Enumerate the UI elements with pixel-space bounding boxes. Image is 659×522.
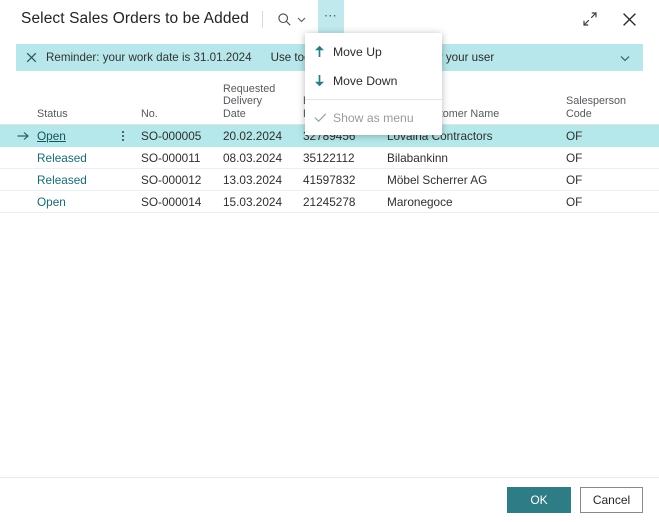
column-header-no[interactable]: No.: [141, 108, 158, 121]
arrow-up-icon: [314, 45, 333, 58]
cell-no: SO-000014: [141, 194, 202, 209]
cell-status[interactable]: Open: [37, 195, 66, 209]
cancel-button[interactable]: Cancel: [580, 487, 643, 513]
cell-external-document-no: 35122112: [303, 150, 355, 165]
cell-salesperson-code: OF: [566, 172, 583, 187]
expand-icon[interactable]: [575, 6, 604, 33]
search-button[interactable]: [270, 6, 307, 33]
more-options-menu: Move Up Move Down Show as menu: [305, 33, 442, 135]
cell-no: SO-000005: [141, 128, 202, 143]
cell-customer-name: Möbel Scherrer AG: [387, 172, 488, 187]
menu-item-label: Show as menu: [333, 110, 414, 125]
page-title: Select Sales Orders to be Added: [21, 10, 249, 27]
titlebar-divider: [262, 10, 263, 28]
search-chevron-down-icon[interactable]: [296, 14, 307, 25]
close-icon[interactable]: [615, 6, 644, 33]
column-header-status[interactable]: Status: [37, 108, 68, 121]
ok-button[interactable]: OK: [507, 487, 571, 513]
cell-status[interactable]: Open: [37, 129, 66, 143]
search-icon[interactable]: [270, 6, 299, 33]
menu-item-move-down[interactable]: Move Down: [305, 66, 442, 95]
checkmark-icon: [314, 112, 333, 123]
table-row[interactable]: Released SO-000012 13.03.2024 41597832 M…: [0, 169, 659, 191]
notification-chevron-down-icon[interactable]: [619, 52, 631, 64]
row-actions-kebab-icon[interactable]: [122, 130, 124, 141]
table-row[interactable]: Open SO-000014 15.03.2024 21245278 Maron…: [0, 191, 659, 213]
menu-item-label: Move Down: [333, 73, 398, 88]
ellipsis-icon: ⋯: [323, 8, 339, 23]
column-header-requested-delivery-date[interactable]: Requested Delivery Date: [223, 83, 285, 121]
cell-status[interactable]: Released: [37, 151, 87, 165]
titlebar-window-controls: [575, 6, 644, 33]
menu-item-label: Move Up: [333, 44, 382, 59]
dialog-footer: OK Cancel: [0, 477, 659, 522]
cell-customer-name: Maronegoce: [387, 194, 453, 209]
cell-salesperson-code: OF: [566, 128, 583, 143]
notification-close-icon[interactable]: [26, 52, 37, 63]
menu-item-show-as-menu[interactable]: Show as menu: [305, 103, 442, 132]
cell-no: SO-000011: [141, 150, 201, 165]
table-row[interactable]: Released SO-000011 08.03.2024 35122112 B…: [0, 147, 659, 169]
menu-item-move-up[interactable]: Move Up: [305, 37, 442, 66]
cell-external-document-no: 41597832: [303, 172, 356, 187]
menu-separator: [305, 99, 442, 100]
column-header-salesperson-code[interactable]: Salesperson Code: [566, 95, 636, 120]
cell-requested-delivery-date: 08.03.2024: [223, 150, 283, 165]
cell-status[interactable]: Released: [37, 173, 87, 187]
cell-salesperson-code: OF: [566, 150, 583, 165]
cell-salesperson-code: OF: [566, 194, 583, 209]
cell-customer-name: Bilabankinn: [387, 150, 448, 165]
arrow-down-icon: [314, 74, 333, 87]
cell-requested-delivery-date: 13.03.2024: [223, 172, 283, 187]
row-selection-arrow-icon: [17, 130, 30, 141]
cell-requested-delivery-date: 20.02.2024: [223, 128, 283, 143]
cell-no: SO-000012: [141, 172, 202, 187]
cell-external-document-no: 21245278: [303, 194, 356, 209]
cell-requested-delivery-date: 15.03.2024: [223, 194, 283, 209]
notification-message: Reminder: your work date is 31.01.2024: [46, 51, 252, 64]
